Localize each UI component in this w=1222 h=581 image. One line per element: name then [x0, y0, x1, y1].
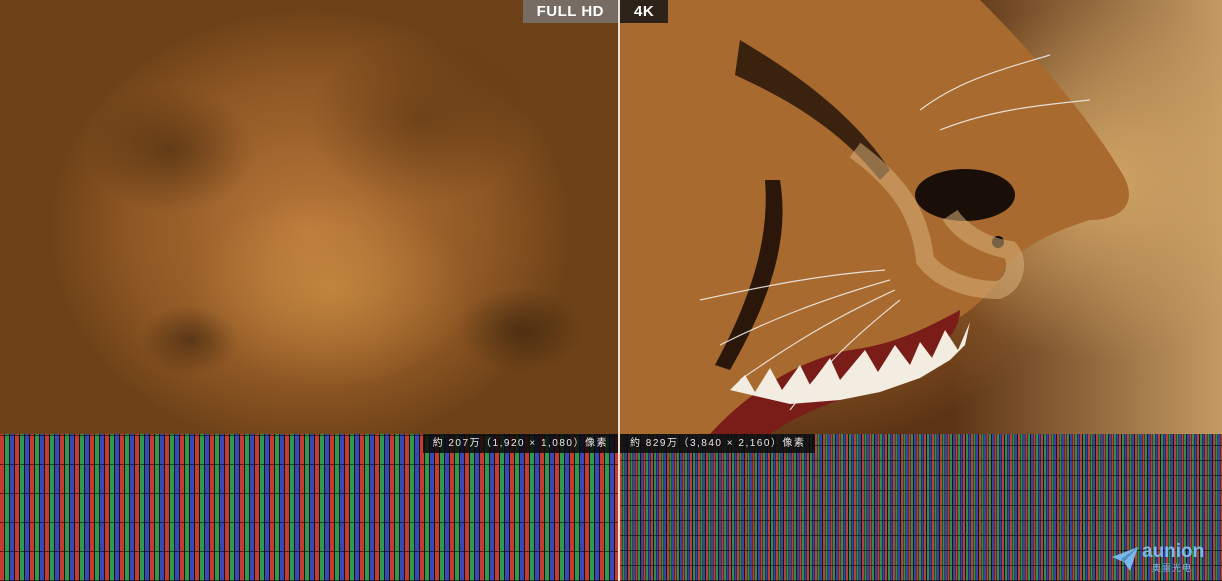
full-hd-pixel-caption: 約 207万（1,920 × 1,080）像素: [422, 434, 618, 453]
aunion-logo: aunion 奥雷光电: [1110, 541, 1210, 573]
4k-badge: 4K: [620, 0, 669, 23]
full-hd-subpixel-grid: [0, 434, 618, 581]
cheetah-closeup-blurry-photo: [0, 0, 618, 434]
full-hd-panel: FULL HD 約 207万（1,920 × 1,080）像素: [0, 0, 618, 581]
cheetah-head-illustration: [620, 0, 1129, 434]
full-hd-badge: FULL HD: [522, 0, 618, 23]
logo-name: aunion: [1142, 541, 1205, 562]
paper-plane-icon: [1112, 547, 1138, 571]
4k-pixel-caption: 約 829万（3,840 × 2,160）像素: [620, 434, 816, 453]
logo-subtitle: 奥雷光电: [1152, 563, 1193, 573]
4k-panel: 4K 約 829万（3,840 × 2,160）像素 aunion 奥雷光电: [620, 0, 1222, 581]
cheetah-snarling-sharp-photo: [620, 0, 1222, 434]
